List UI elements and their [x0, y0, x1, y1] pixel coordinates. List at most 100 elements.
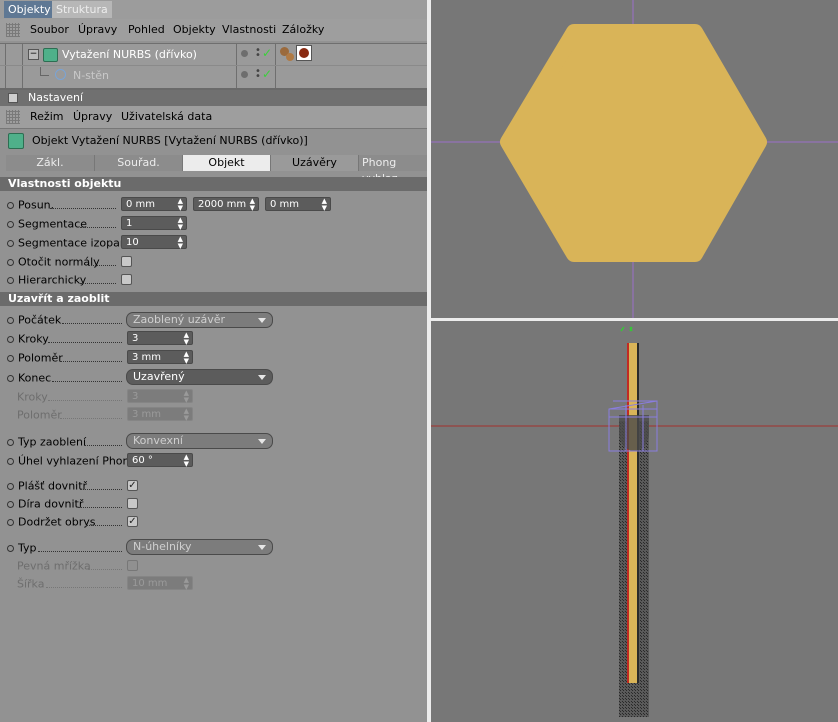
list-item[interactable]: − Vytažení NURBS (dřívko)	[28, 47, 233, 63]
animation-dot-icon[interactable]	[7, 457, 14, 465]
tab-uzavery[interactable]: Uzávěry	[271, 155, 359, 171]
field-otocit-normaly: Otočit normály	[7, 255, 100, 271]
field-pevna-mrizka: Pevná mřížka	[7, 559, 91, 575]
object-name: Vytažení NURBS (dřívko)	[62, 48, 197, 61]
menu-rezim[interactable]: Režim	[30, 110, 63, 123]
menu-vlastnosti[interactable]: Vlastnosti	[222, 23, 276, 36]
tab-souradnice[interactable]: Souřad.	[95, 155, 183, 171]
menu-soubor[interactable]: Soubor	[30, 23, 69, 36]
menu-upravy-attr[interactable]: Úpravy	[73, 110, 112, 123]
animation-dot-icon[interactable]	[7, 239, 14, 247]
izoparm-input[interactable]: 10 ▲ ▼	[121, 235, 187, 250]
hexagon-profile	[500, 24, 767, 262]
field-phong: Úhel vyhlazení Phong	[7, 454, 137, 470]
render-dots-icon[interactable]: • •	[255, 67, 261, 82]
animation-dot-icon[interactable]	[7, 258, 14, 266]
pevna-mrizka-checkbox[interactable]	[127, 560, 138, 571]
hierarchicky-checkbox[interactable]	[121, 274, 132, 285]
kroky-input[interactable]: 3 ▲ ▼	[127, 331, 193, 346]
attribute-manager-panel: Objekty Struktura Soubor Úpravy Pohled O…	[0, 0, 427, 722]
field-label: Segmentace izoparm	[18, 236, 135, 250]
attributes-menubar: Režim Úpravy Uživatelská data	[0, 106, 427, 128]
field-polomer-end: Poloměr	[7, 408, 62, 424]
posun-y-input[interactable]: 2000 mm ▲ ▼	[193, 197, 259, 212]
field-label: Plášť dovnitř	[18, 479, 88, 493]
viewport-front-canvas	[431, 0, 838, 318]
phong-angle-input[interactable]: 60 ° ▲ ▼	[127, 453, 193, 468]
field-plast-dovnitr: Plášť dovnitř	[7, 479, 87, 495]
render-dots-icon[interactable]: • •	[255, 46, 261, 61]
animation-dot-icon[interactable]	[7, 316, 14, 324]
field-sirka: Šířka	[7, 577, 44, 593]
dira-dovnitr-checkbox[interactable]	[127, 498, 138, 509]
material-thumbnail-icon[interactable]	[296, 45, 312, 61]
field-typ: Typ	[7, 541, 37, 557]
field-label: Typ	[18, 541, 37, 555]
typ-dropdown[interactable]: N-úhelníky	[126, 539, 273, 555]
tab-struktura[interactable]: Struktura	[52, 1, 112, 18]
visibility-dot-icon[interactable]	[241, 71, 248, 78]
field-label: Otočit normály	[18, 255, 100, 269]
animation-dot-icon[interactable]	[7, 518, 14, 526]
axis-gizmo-icon	[620, 326, 633, 332]
animation-dot-icon[interactable]	[7, 438, 14, 446]
panel-icon	[8, 93, 18, 103]
posun-x-input[interactable]: 0 mm ▲ ▼	[121, 197, 187, 212]
menu-uzivatelska-data[interactable]: Uživatelská data	[121, 110, 212, 123]
tab-zakl[interactable]: Zákl.	[6, 155, 95, 171]
otocit-normaly-checkbox[interactable]	[121, 256, 132, 267]
field-label: Úhel vyhlazení Phong	[18, 454, 137, 468]
animation-dot-icon[interactable]	[7, 354, 14, 362]
menu-upravy[interactable]: Úpravy	[78, 23, 117, 36]
collapse-icon[interactable]: −	[28, 49, 39, 60]
field-label: Kroky	[18, 332, 49, 346]
list-item[interactable]: N-stěn	[40, 67, 230, 83]
animation-dot-icon[interactable]	[7, 276, 14, 284]
object-title: Objekt Vytažení NURBS [Vytažení NURBS (d…	[32, 134, 308, 147]
animation-dot-icon[interactable]	[7, 544, 14, 552]
tab-phong[interactable]: Phong vyhlaz	[359, 155, 427, 185]
field-label: Poloměr	[18, 351, 63, 365]
sirka-input[interactable]: 10 mm ▲ ▼	[127, 576, 193, 591]
menu-pohled[interactable]: Pohled	[128, 23, 165, 36]
grip-icon	[6, 110, 20, 124]
plast-dovnitr-checkbox[interactable]: ✓	[127, 480, 138, 491]
visibility-dot-icon[interactable]	[241, 50, 248, 57]
enabled-check-icon[interactable]: ✓	[262, 46, 272, 60]
attributes-header: Nastavení	[0, 90, 427, 106]
polomer-input[interactable]: 3 mm ▲ ▼	[127, 350, 193, 365]
field-konec: Konec	[7, 371, 51, 387]
typ-zaobleni-dropdown[interactable]: Konvexní	[126, 433, 273, 449]
menu-objekty[interactable]: Objekty	[173, 23, 216, 36]
viewport-side[interactable]	[431, 321, 838, 722]
tab-objekt[interactable]: Objekt	[183, 155, 271, 171]
field-label: Díra dovnitř	[18, 497, 84, 511]
kroky-end-input[interactable]: 3 ▲ ▼	[127, 389, 193, 404]
field-label: Segmentace	[18, 217, 88, 231]
field-izoparm: Segmentace izoparm	[7, 236, 135, 252]
animation-dot-icon[interactable]	[7, 201, 14, 209]
viewport-front[interactable]	[431, 0, 838, 318]
posun-z-input[interactable]: 0 mm ▲ ▼	[265, 197, 331, 212]
field-dira-dovnitr: Díra dovnitř	[7, 497, 83, 513]
field-typ-zaobleni: Typ zaoblení	[7, 435, 86, 451]
field-polomer: Poloměr	[7, 351, 63, 367]
tab-objekty[interactable]: Objekty	[4, 1, 55, 18]
material-tag-2-icon[interactable]	[286, 53, 294, 61]
field-label: Kroky	[17, 390, 48, 404]
nurbs-object-icon	[43, 48, 58, 62]
konec-dropdown[interactable]: Uzavřený	[126, 369, 273, 385]
pocatek-dropdown[interactable]: Zaoblený uzávěr	[126, 312, 273, 328]
animation-dot-icon[interactable]	[7, 500, 14, 508]
field-label: Počátek	[18, 313, 62, 327]
menu-zalozky[interactable]: Záložky	[282, 23, 324, 36]
animation-dot-icon[interactable]	[7, 220, 14, 228]
enabled-check-icon[interactable]: ✓	[262, 67, 272, 81]
animation-dot-icon[interactable]	[7, 482, 14, 490]
dodrzet-obrys-checkbox[interactable]: ✓	[127, 516, 138, 527]
attributes-title: Nastavení	[28, 91, 84, 104]
animation-dot-icon[interactable]	[7, 335, 14, 343]
animation-dot-icon[interactable]	[7, 374, 14, 382]
polomer-end-input[interactable]: 3 mm ▲ ▼	[127, 407, 193, 422]
segmentace-input[interactable]: 1 ▲ ▼	[121, 216, 187, 231]
